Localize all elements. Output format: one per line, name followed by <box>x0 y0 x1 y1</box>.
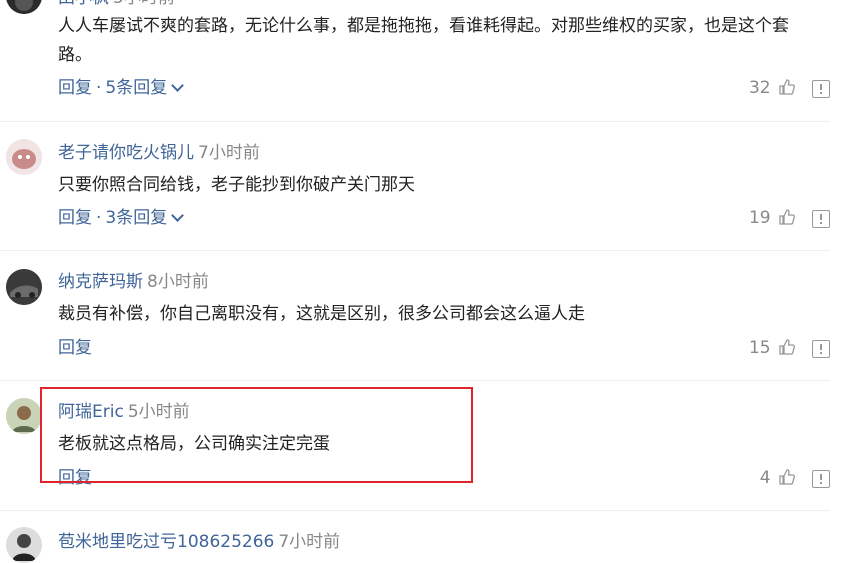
comment-meta: 阿瑞Eric 5小时前 <box>58 400 190 424</box>
view-replies-button[interactable]: 3条回复 <box>105 208 167 228</box>
comment-text: 只要你照合同给钱，老子能抄到你破产关门那天 <box>58 175 415 195</box>
like-button[interactable]: 4 <box>760 466 796 490</box>
report-icon[interactable] <box>812 210 830 228</box>
avatar[interactable] <box>6 139 42 175</box>
thumbs-up-icon[interactable] <box>778 208 796 226</box>
report-icon[interactable] <box>812 470 830 488</box>
divider <box>0 510 830 511</box>
comment-actions: 回复 <box>58 336 92 360</box>
timestamp: 5小时前 <box>113 0 175 8</box>
like-button[interactable]: 32 <box>749 76 796 100</box>
comment-meta: 田小枫 5小时前 <box>58 0 175 10</box>
like-count: 15 <box>748 338 771 358</box>
separator: · <box>96 208 102 228</box>
comment-actions: 回复 · 3条回复 <box>58 206 185 230</box>
reply-button[interactable]: 回复 <box>58 338 92 358</box>
comment-text: 老板就这点格局，公司确实注定完蛋 <box>58 434 330 454</box>
report-icon[interactable] <box>812 80 830 98</box>
view-replies-button[interactable]: 5条回复 <box>105 78 167 98</box>
like-count: 4 <box>759 468 771 488</box>
separator: · <box>96 78 102 98</box>
report-icon[interactable] <box>812 340 830 358</box>
like-button[interactable]: 15 <box>749 336 796 360</box>
username[interactable]: 田小枫 <box>58 0 109 8</box>
comment-actions: 回复 · 5条回复 <box>58 76 185 100</box>
comment-actions: 回复 <box>58 466 92 490</box>
like-button[interactable]: 19 <box>749 206 796 230</box>
avatar[interactable] <box>6 527 42 563</box>
timestamp: 7小时前 <box>198 143 260 163</box>
avatar[interactable] <box>6 0 42 14</box>
divider <box>0 250 830 251</box>
comment-meta: 苞米地里吃过亏108625266 7小时前 <box>58 530 340 554</box>
comment-meta: 纳克萨玛斯 8小时前 <box>58 270 209 294</box>
username[interactable]: 阿瑞Eric <box>58 402 124 422</box>
like-count: 32 <box>748 78 771 98</box>
comment-meta: 老子请你吃火锅儿 7小时前 <box>58 141 260 165</box>
reply-button[interactable]: 回复 <box>58 208 92 228</box>
comment-text: 裁员有补偿，你自己离职没有，这就是区别，很多公司都会这么逼人走 <box>58 304 585 324</box>
divider <box>0 121 830 122</box>
username[interactable]: 老子请你吃火锅儿 <box>58 143 194 163</box>
username[interactable]: 纳克萨玛斯 <box>58 272 143 292</box>
thumbs-up-icon[interactable] <box>778 468 796 486</box>
like-count: 19 <box>748 208 771 228</box>
reply-button[interactable]: 回复 <box>58 468 92 488</box>
comment-text: 人人车屡试不爽的套路，无论什么事，都是拖拖拖，看谁耗得起。对那些维权的买家，也是… <box>58 16 789 65</box>
username[interactable]: 苞米地里吃过亏108625266 <box>58 532 274 552</box>
chevron-down-icon[interactable] <box>171 209 185 222</box>
chevron-down-icon[interactable] <box>171 79 185 92</box>
thumbs-up-icon[interactable] <box>778 338 796 356</box>
timestamp: 5小时前 <box>127 402 190 422</box>
thumbs-up-icon[interactable] <box>778 78 796 96</box>
avatar[interactable] <box>6 269 42 305</box>
reply-button[interactable]: 回复 <box>58 78 92 98</box>
divider <box>0 380 830 381</box>
avatar[interactable] <box>6 398 42 434</box>
timestamp: 8小时前 <box>147 272 209 292</box>
timestamp: 7小时前 <box>278 532 341 552</box>
